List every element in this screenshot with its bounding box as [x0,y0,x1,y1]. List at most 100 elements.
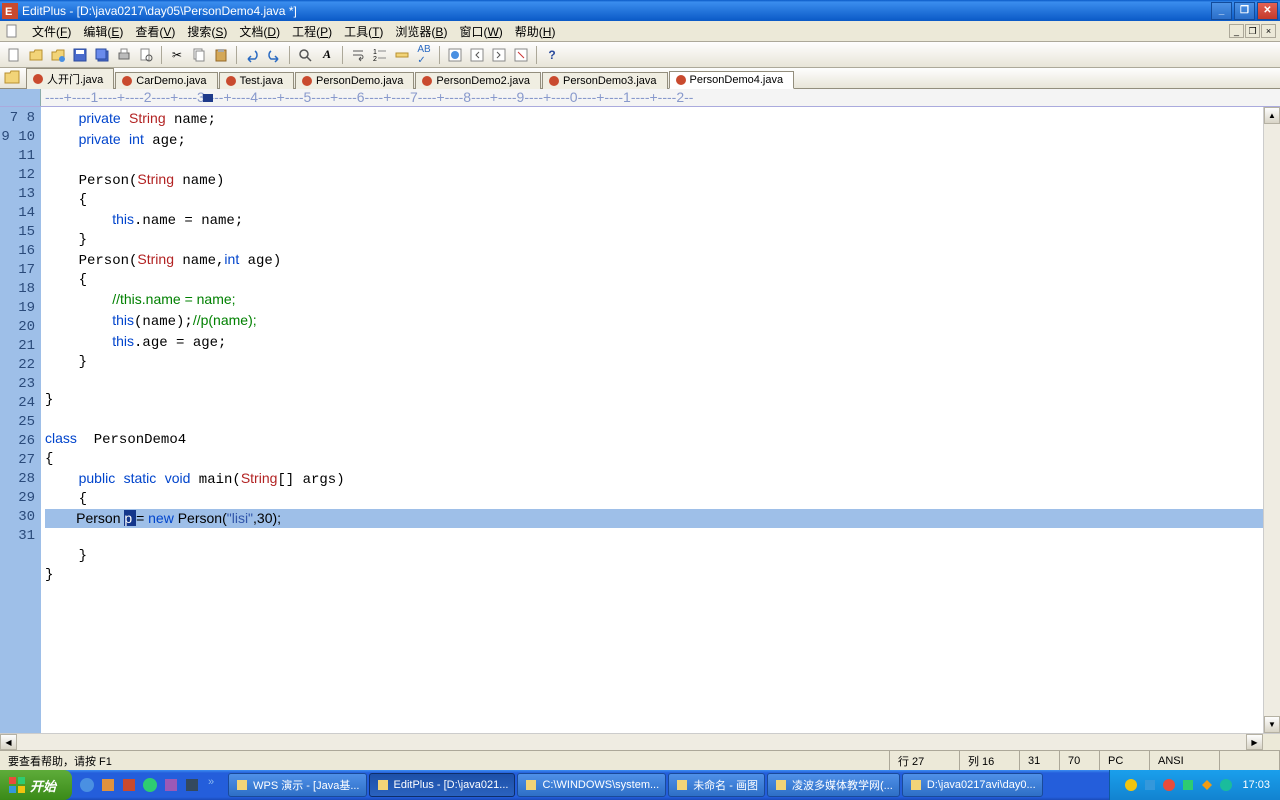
taskbar-task[interactable]: D:\java0217avi\day0... [902,773,1043,797]
start-button[interactable]: 开始 [0,770,72,800]
java-file-icon [33,74,43,84]
java-file-icon [422,76,432,86]
find-icon[interactable] [295,45,315,65]
menu-item-w[interactable]: 窗口(W) [453,21,508,42]
code-content[interactable]: private String name; private int age; Pe… [41,107,1263,733]
restore-button[interactable]: ❐ [1234,2,1255,20]
scroll-right-button[interactable]: ▶ [1246,734,1263,750]
java-file-icon [302,76,312,86]
tray-icon[interactable] [1200,778,1214,792]
cut-icon[interactable]: ✂ [167,45,187,65]
help-icon[interactable]: ? [542,45,562,65]
next-icon[interactable] [489,45,509,65]
taskbar-task[interactable]: C:\WINDOWS\system... [517,773,666,797]
window-title: EditPlus - [D:\java0217\day05\PersonDemo… [22,4,1209,18]
ruler-icon[interactable] [392,45,412,65]
line-gutter: 7 8 9 10 11 12 13 14 15 16 17 18 19 20 2… [0,107,41,733]
tray-clock[interactable]: 17:03 [1242,779,1270,791]
mdi-minimize-button[interactable]: _ [1229,24,1244,38]
tray-icon[interactable] [1219,778,1233,792]
tray-icon[interactable] [1143,778,1157,792]
directory-icon[interactable] [4,69,22,87]
tray-icon[interactable] [1162,778,1176,792]
svg-text:E: E [5,6,12,18]
menu-item-b[interactable]: 浏览器(B) [389,21,453,42]
ql-icon[interactable] [141,776,159,794]
system-tray: 17:03 [1109,770,1280,800]
taskbar-task[interactable]: 凌波多媒体教学网(... [767,773,900,797]
undo-icon[interactable] [242,45,262,65]
mdi-document-icon [4,23,20,39]
scroll-left-button[interactable]: ◀ [0,734,17,750]
menu-item-v[interactable]: 查看(V) [129,21,181,42]
status-mode: PC [1100,751,1150,770]
tray-icon[interactable] [1181,778,1195,792]
document-tab[interactable]: PersonDemo4.java [669,71,795,89]
status-col: 列 16 [960,751,1020,770]
tray-icon[interactable] [1124,778,1138,792]
ql-icon[interactable] [120,776,138,794]
document-tab[interactable]: PersonDemo2.java [415,72,541,89]
save-all-icon[interactable] [92,45,112,65]
save-icon[interactable] [70,45,90,65]
spellcheck-icon[interactable]: AB✓ [414,45,434,65]
quick-launch: » [72,776,224,794]
status-v2: 70 [1060,751,1100,770]
tool-icon[interactable] [511,45,531,65]
ql-icon[interactable] [183,776,201,794]
close-button[interactable]: ✕ [1257,2,1278,20]
taskbar-tasks: WPS 演示 - [Java基...EditPlus - [D:\java021… [224,773,1109,797]
document-tab[interactable]: Test.java [219,72,294,89]
menu-item-f[interactable]: 文件(F) [26,21,77,42]
wrap-icon[interactable] [348,45,368,65]
editor-area: 7 8 9 10 11 12 13 14 15 16 17 18 19 20 2… [0,107,1280,733]
print-preview-icon[interactable] [136,45,156,65]
document-tab[interactable]: PersonDemo.java [295,72,414,89]
status-line: 行 27 [890,751,960,770]
document-tab[interactable]: 人开门.java [26,68,114,89]
ql-icon[interactable] [99,776,117,794]
scroll-down-button[interactable]: ▼ [1264,716,1280,733]
java-file-icon [549,76,559,86]
menu-item-h[interactable]: 帮助(H) [509,21,562,42]
menu-item-s[interactable]: 搜索(S) [181,21,233,42]
menubar: 文件(F)编辑(E)查看(V)搜索(S)文档(D)工程(P)工具(T)浏览器(B… [0,21,1280,42]
taskbar-task[interactable]: EditPlus - [D:\java021... [369,773,516,797]
print-icon[interactable] [114,45,134,65]
open-remote-icon[interactable] [48,45,68,65]
vertical-scrollbar[interactable]: ▲ ▼ [1263,107,1280,733]
menu-item-d[interactable]: 文档(D) [233,21,286,42]
mdi-close-button[interactable]: × [1261,24,1276,38]
status-hint: 要查看帮助，请按 F1 [0,751,890,770]
status-blank [1220,751,1280,770]
browser-icon[interactable] [445,45,465,65]
app-icon: E [2,3,18,19]
copy-icon[interactable] [189,45,209,65]
taskbar-task[interactable]: WPS 演示 - [Java基... [228,773,366,797]
ql-icon[interactable] [78,776,96,794]
paste-icon[interactable] [211,45,231,65]
window-titlebar: E EditPlus - [D:\java0217\day05\PersonDe… [0,0,1280,21]
windows-taskbar: 开始 » WPS 演示 - [Java基...EditPlus - [D:\ja… [0,770,1280,800]
replace-icon[interactable]: A [317,45,337,65]
document-tab[interactable]: PersonDemo3.java [542,72,668,89]
minimize-button[interactable]: _ [1211,2,1232,20]
column-ruler: ----+----1----+----2----+----3----+----4… [0,89,1280,107]
prev-icon[interactable] [467,45,487,65]
document-tab[interactable]: CarDemo.java [115,72,217,89]
document-tabbar: 人开门.javaCarDemo.javaTest.javaPersonDemo.… [0,68,1280,89]
taskbar-task[interactable]: 未命名 - 画图 [668,773,765,797]
open-file-icon[interactable] [26,45,46,65]
redo-icon[interactable] [264,45,284,65]
scroll-up-button[interactable]: ▲ [1264,107,1280,124]
menu-item-t[interactable]: 工具(T) [338,21,389,42]
horizontal-scrollbar[interactable]: ◀ ▶ [0,733,1280,750]
java-file-icon [122,76,132,86]
ruler-marker [203,94,213,102]
ql-icon[interactable] [162,776,180,794]
mdi-restore-button[interactable]: ❐ [1245,24,1260,38]
menu-item-p[interactable]: 工程(P) [286,21,338,42]
linenum-icon[interactable]: 12 [370,45,390,65]
new-file-icon[interactable] [4,45,24,65]
menu-item-e[interactable]: 编辑(E) [77,21,129,42]
